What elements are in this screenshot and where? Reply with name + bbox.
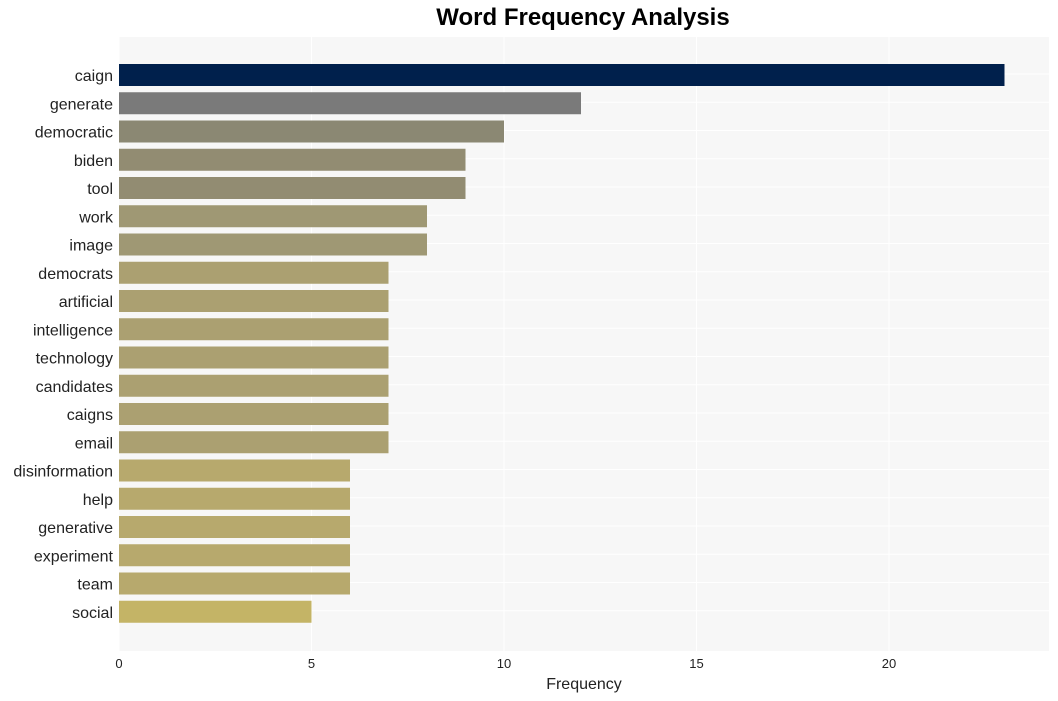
bar-chart: caign generate democratic biden tool work imag… xyxy=(13,37,1049,693)
y-tick-label: caign xyxy=(75,68,113,85)
y-tick-label: team xyxy=(77,577,113,594)
y-tick-labels: caign generate democratic biden tool work imag… xyxy=(13,68,114,622)
y-tick-label: caigns xyxy=(67,407,113,424)
y-tick-label: technology xyxy=(36,351,113,368)
bar-image xyxy=(119,233,427,256)
y-tick-label: biden xyxy=(74,153,113,170)
y-tick-label: email xyxy=(75,435,113,452)
bar-generative xyxy=(119,516,350,538)
bar-email xyxy=(119,431,389,454)
y-tick-label: tool xyxy=(87,181,113,198)
x-tick-label: 5 xyxy=(308,656,315,671)
x-axis-label: Frequency xyxy=(546,676,622,693)
x-tick-label: 20 xyxy=(882,656,896,671)
y-tick-label: intelligence xyxy=(33,322,113,339)
bar-democratic xyxy=(119,120,504,143)
bar-team xyxy=(119,572,350,595)
x-tick-label: 10 xyxy=(497,656,511,671)
x-tick-label: 0 xyxy=(115,656,122,671)
bar-biden xyxy=(119,148,466,171)
y-tick-label: disinformation xyxy=(13,464,113,481)
x-tick-label: 15 xyxy=(689,656,703,671)
bar-artificial xyxy=(119,290,389,312)
y-tick-label: image xyxy=(69,238,113,255)
y-tick-label: experiment xyxy=(34,548,114,565)
bar-generate xyxy=(119,92,581,115)
bar-caign xyxy=(119,64,1005,86)
y-tick-label: social xyxy=(72,605,113,622)
bar-democrats xyxy=(119,261,389,284)
y-tick-label: work xyxy=(78,209,114,226)
y-tick-label: democrats xyxy=(38,266,113,283)
bar-work xyxy=(119,205,427,228)
y-tick-label: generate xyxy=(50,96,113,113)
bar-tool xyxy=(119,177,466,199)
bar-intelligence xyxy=(119,318,389,341)
bar-social xyxy=(119,600,312,623)
x-tick-labels: 0 5 10 15 20 xyxy=(115,656,896,671)
y-tick-label: candidates xyxy=(36,379,113,396)
bar-technology xyxy=(119,346,389,369)
bar-experiment xyxy=(119,544,350,567)
bar-disinformation xyxy=(119,459,350,482)
y-tick-label: generative xyxy=(38,520,113,537)
y-tick-label: democratic xyxy=(35,125,113,142)
y-tick-label: help xyxy=(83,492,113,509)
bar-candidates xyxy=(119,374,389,397)
bar-help xyxy=(119,487,350,510)
y-tick-label: artificial xyxy=(59,294,113,311)
bar-caigns xyxy=(119,403,389,425)
